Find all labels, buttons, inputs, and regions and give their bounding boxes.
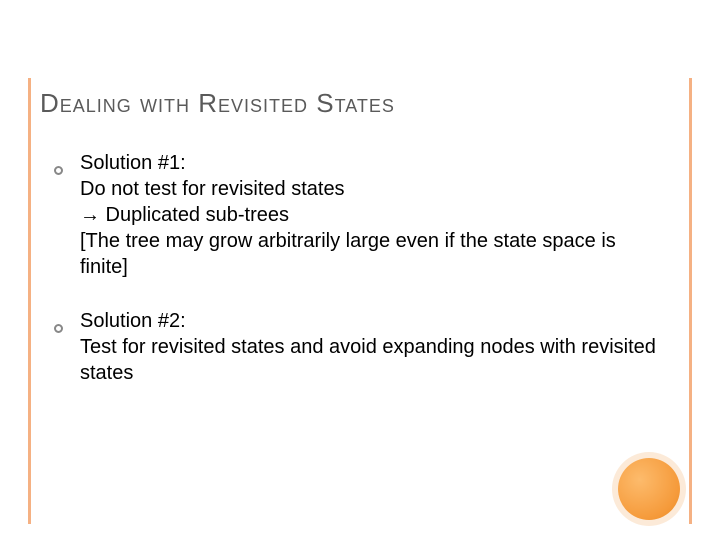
accent-circle-icon	[618, 458, 680, 520]
solution-heading: Solution #2:	[80, 310, 186, 332]
solution-heading: Solution #1:	[80, 152, 186, 174]
solution-line: Do not test for revisited states	[80, 178, 345, 200]
solution-line: Duplicated sub-trees	[100, 204, 289, 226]
slide-title: Dealing with Revisited States	[40, 88, 395, 119]
list-item: Solution #2: Test for revisited states a…	[54, 308, 660, 386]
item-body: Solution #2: Test for revisited states a…	[74, 308, 660, 386]
arrow-icon: →	[80, 204, 100, 226]
content-area: Solution #1: Do not test for revisited s…	[54, 150, 660, 414]
list-item: Solution #1: Do not test for revisited s…	[54, 150, 660, 280]
bracket-note: [The tree may grow arbitrarily large eve…	[80, 230, 616, 278]
solution-line: Test for revisited states and avoid expa…	[80, 336, 656, 384]
item-body: Solution #1: Do not test for revisited s…	[74, 150, 660, 280]
bullet-icon	[54, 308, 74, 386]
bullet-icon	[54, 150, 74, 280]
